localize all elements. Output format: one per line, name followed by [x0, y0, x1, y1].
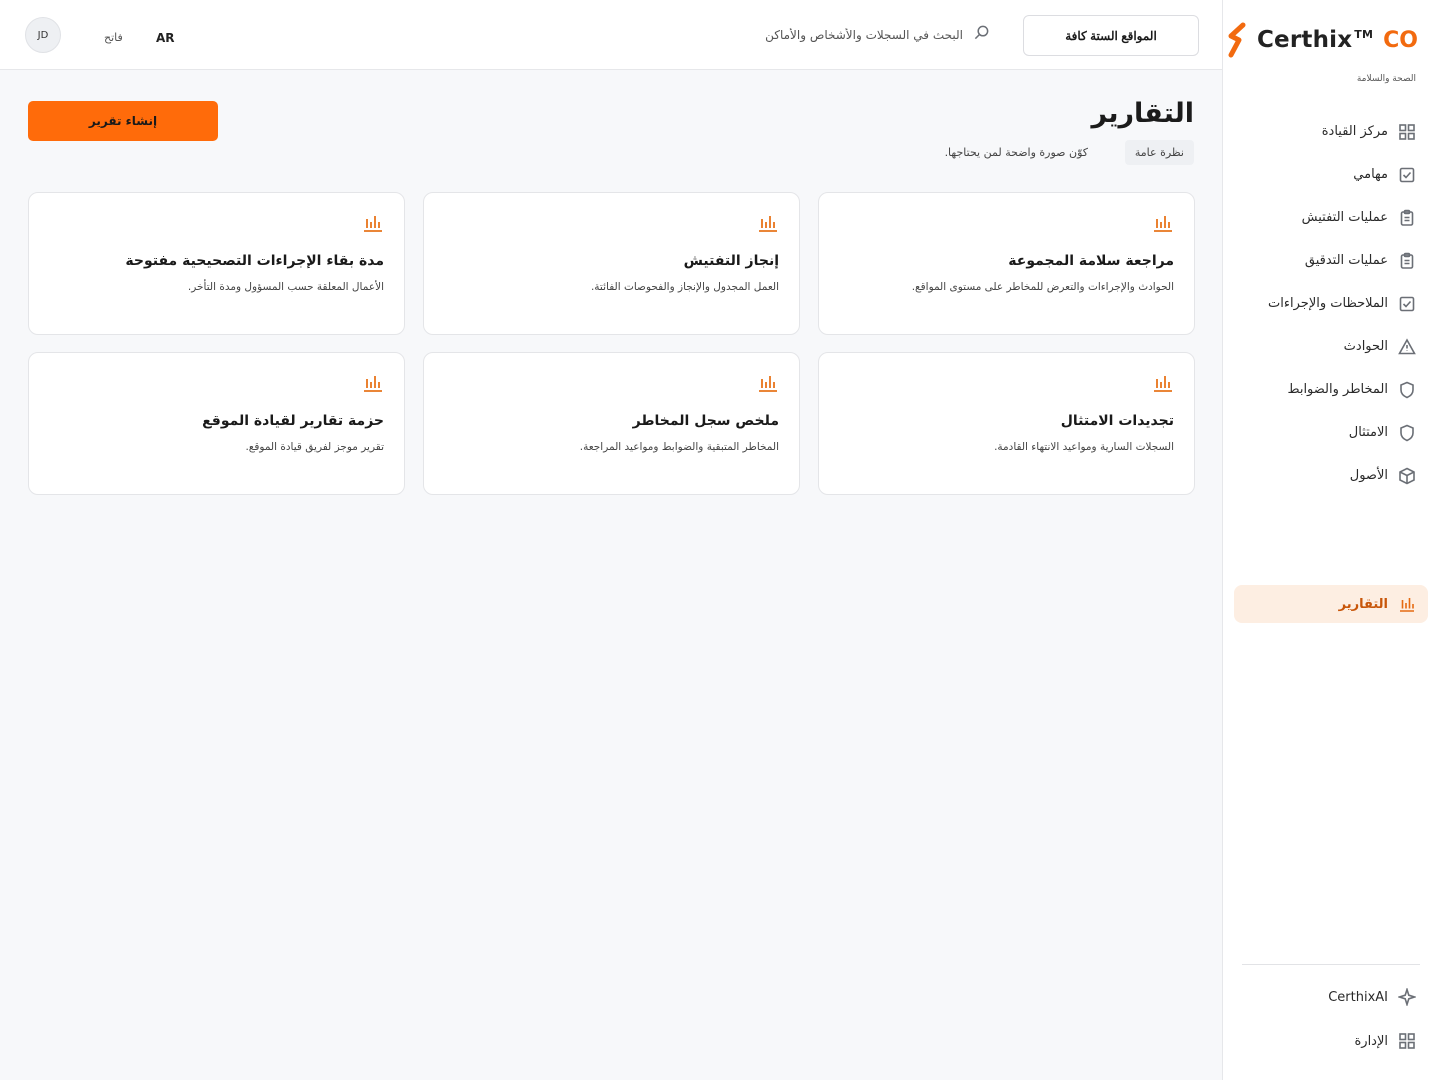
- sidebar-item-label: عمليات التدقيق: [1304, 253, 1388, 268]
- report-card[interactable]: حزمة تقارير لقيادة الموقع تقرير موجز لفر…: [28, 352, 405, 495]
- report-card-title: ملخص سجل المخاطر: [632, 413, 779, 429]
- create-report-button[interactable]: إنشاء تقرير: [28, 101, 218, 141]
- sidebar-item-label: مهامي: [1353, 167, 1388, 182]
- sidebar-item-label: المخاطر والضوابط: [1287, 382, 1388, 397]
- report-card[interactable]: إنجاز التفتيش العمل المجدول والإنجاز وال…: [423, 192, 800, 335]
- sidebar-item-command-center[interactable]: مركز القيادة: [1222, 110, 1440, 153]
- language-toggle[interactable]: AR: [156, 31, 175, 45]
- bar-chart-icon: [1398, 595, 1416, 613]
- sidebar-item-label: التقارير: [1338, 596, 1388, 612]
- shield-icon: [1398, 424, 1416, 442]
- report-card[interactable]: تجديدات الامتثال السجلات السارية ومواعيد…: [818, 352, 1195, 495]
- page-title: التقارير: [1091, 98, 1194, 129]
- report-card-description: العمل المجدول والإنجاز والفحوصات الفائتة…: [590, 281, 779, 293]
- brand-tagline: الصحة والسلامة: [1356, 74, 1416, 84]
- report-card-description: المخاطر المتبقية والضوابط ومواعيد المراج…: [579, 441, 779, 453]
- report-card[interactable]: مراجعة سلامة المجموعة الحوادث والإجراءات…: [818, 192, 1195, 335]
- sidebar-item-certhixai[interactable]: CerthixAI: [1222, 975, 1440, 1019]
- sidebar-item-label: الأصول: [1349, 468, 1388, 483]
- sidebar-item-admin[interactable]: الإدارة: [1222, 1019, 1440, 1063]
- sidebar-item-label: مركز القيادة: [1321, 124, 1388, 139]
- cube-icon: [1398, 467, 1416, 485]
- brand-name: Certhix TM: [1256, 27, 1374, 53]
- bar-chart-icon: [49, 371, 384, 395]
- bar-chart-icon: [444, 371, 779, 395]
- all-sites-button[interactable]: المواقع الستة كافة: [1023, 15, 1199, 56]
- report-card-title: تجديدات الامتثال: [1060, 413, 1174, 429]
- warning-icon: [1398, 337, 1416, 356]
- brand-suffix: CO: [1383, 27, 1418, 53]
- sidebar-item-label: الامتثال: [1348, 425, 1388, 440]
- bar-chart-icon: [49, 211, 384, 235]
- report-card[interactable]: ملخص سجل المخاطر المخاطر المتبقية والضوا…: [423, 352, 800, 495]
- sidebar-bottom-nav: CerthixAI الإدارة: [1222, 975, 1440, 1063]
- shield-icon: [1398, 381, 1416, 399]
- sidebar-item-assets[interactable]: الأصول: [1222, 454, 1440, 497]
- report-card[interactable]: مدة بقاء الإجراءات التصحيحية مفتوحة الأع…: [28, 192, 405, 335]
- brand-mark-icon: [1228, 22, 1246, 58]
- report-card-title: مراجعة سلامة المجموعة: [1008, 253, 1174, 269]
- clipboard-icon: [1398, 252, 1416, 270]
- search-icon: [973, 24, 990, 45]
- grid-icon: [1398, 123, 1416, 141]
- grid-icon: [1398, 1032, 1416, 1050]
- app-root: Certhix TM CO الصحة والسلامة مركز القيادة…: [0, 0, 1440, 1080]
- page-subtitle: كوّن صورة واضحة لمن يحتاجها.: [944, 146, 1088, 159]
- sidebar-item-compliance[interactable]: الامتثال: [1222, 411, 1440, 454]
- sidebar-item-my-tasks[interactable]: مهامي: [1222, 153, 1440, 196]
- report-card-title: حزمة تقارير لقيادة الموقع: [202, 413, 384, 429]
- sidebar-nav: مركز القيادة مهامي عمليات التفتيش عمليات…: [1222, 110, 1440, 497]
- sidebar-item-label: الملاحظات والإجراءات: [1268, 296, 1388, 311]
- sidebar-item-label: CerthixAI: [1328, 989, 1388, 1005]
- avatar[interactable]: JD: [25, 17, 61, 53]
- sidebar-item-audits[interactable]: عمليات التدقيق: [1222, 239, 1440, 282]
- clipboard-icon: [1398, 209, 1416, 227]
- top-bar: المواقع الستة كافة AR فاتح JD: [0, 0, 1222, 70]
- bar-chart-icon: [839, 371, 1174, 395]
- search-input[interactable]: [763, 27, 963, 42]
- report-card-title: إنجاز التفتيش: [683, 253, 779, 269]
- sidebar-item-label: الإدارة: [1354, 1033, 1388, 1049]
- checkbox-icon: [1398, 295, 1416, 313]
- report-card-description: السجلات السارية ومواعيد الانتهاء القادمة…: [994, 441, 1174, 453]
- report-card-description: الحوادث والإجراءات والتعرض للمخاطر على م…: [911, 281, 1174, 293]
- bar-chart-icon: [839, 211, 1174, 235]
- report-card-description: الأعمال المعلقة حسب المسؤول ومدة التأخر.: [187, 281, 384, 293]
- sparkle-icon: [1398, 988, 1416, 1006]
- bar-chart-icon: [444, 211, 779, 235]
- brand-logo[interactable]: Certhix TM CO: [1225, 22, 1418, 58]
- sidebar-item-inspections[interactable]: عمليات التفتيش: [1222, 196, 1440, 239]
- sidebar: Certhix TM CO الصحة والسلامة مركز القيادة…: [1222, 0, 1440, 1080]
- brand-tm: TM: [1354, 28, 1374, 42]
- search-box[interactable]: [763, 24, 990, 45]
- checkbox-icon: [1398, 166, 1416, 184]
- overview-chip: نظرة عامة: [1124, 140, 1194, 165]
- report-card-title: مدة بقاء الإجراءات التصحيحية مفتوحة: [125, 253, 384, 269]
- sidebar-item-incidents[interactable]: الحوادث: [1222, 325, 1440, 368]
- sidebar-item-risks-controls[interactable]: المخاطر والضوابط: [1222, 368, 1440, 411]
- sidebar-item-reports[interactable]: التقارير: [1234, 585, 1428, 623]
- sidebar-divider: [1242, 964, 1420, 965]
- sidebar-item-label: عمليات التفتيش: [1301, 210, 1388, 225]
- theme-toggle[interactable]: فاتح: [104, 31, 123, 44]
- sidebar-item-observations-actions[interactable]: الملاحظات والإجراءات: [1222, 282, 1440, 325]
- report-card-description: تقرير موجز لفريق قيادة الموقع.: [245, 441, 384, 453]
- sidebar-item-label: الحوادث: [1343, 339, 1388, 354]
